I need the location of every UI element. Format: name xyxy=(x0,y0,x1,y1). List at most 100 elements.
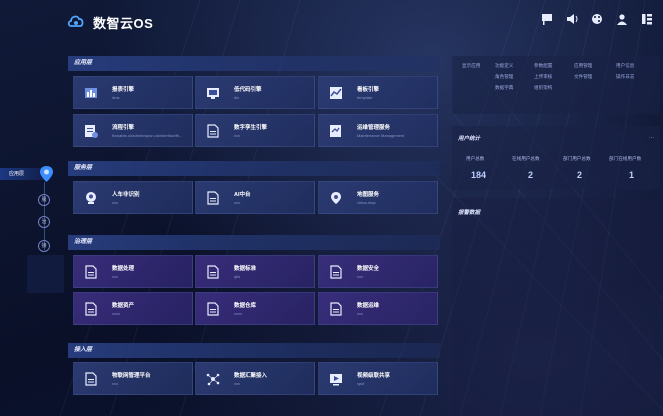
card-iot-platform[interactable]: 物联网管理平台 xxx xyxy=(73,362,193,395)
card-lowcode-engine[interactable]: 低代码引擎 dlx xyxy=(195,76,315,109)
stat-value: 2 xyxy=(577,170,583,180)
card-data-warehouse[interactable]: 数据仓库 xxxx xyxy=(195,292,315,325)
section-service-layer: 服务层 xyxy=(68,161,440,176)
alerts-title: 报警数据 xyxy=(458,210,481,216)
quick-links-title: 显示应用 xyxy=(462,63,481,68)
card-subtitle: dlx xyxy=(234,95,240,100)
more-icon[interactable]: ... xyxy=(649,134,654,140)
card-data-assets[interactable]: 数据资产 xxxx xyxy=(73,292,193,325)
stat-label: 部门用户总数 xyxy=(563,156,591,161)
card-subtitle: xxxx xyxy=(234,311,242,316)
stat-value: 184 xyxy=(471,170,487,180)
card-subtitle: xxx xyxy=(112,200,118,205)
rail-panel xyxy=(27,255,64,293)
quick-link[interactable]: 功能定义 xyxy=(495,63,513,69)
document-icon xyxy=(207,265,219,279)
quick-link[interactable]: 上传审核 xyxy=(534,74,552,80)
card-data-ops[interactable]: 数据运维 xxx xyxy=(318,292,438,325)
document-icon xyxy=(330,302,342,316)
card-title: 数据资产 xyxy=(112,303,135,309)
rail-item-service[interactable]: 服 xyxy=(38,194,50,206)
card-ops-service[interactable]: 运维管理服务 Maintenance Management xyxy=(318,114,438,147)
card-subtitle: template xyxy=(357,95,373,100)
document-icon xyxy=(85,265,97,279)
card-map-service[interactable]: 地图服务 china-map xyxy=(318,181,438,214)
card-title: 数据汇聚接入 xyxy=(234,373,268,379)
user-stats-panel: 用户统计 ... 用户总数 在线用户总数 部门用户总数 部门在线用户数 184 … xyxy=(452,126,660,190)
card-title: 数据仓库 xyxy=(234,303,257,309)
top-bar: 数智云OS xyxy=(0,0,663,42)
card-title: 报表引擎 xyxy=(112,87,135,93)
card-recognition[interactable]: 人车非识别 xxx xyxy=(73,181,193,214)
lowcode-icon xyxy=(207,88,219,99)
quick-link[interactable]: 组织架构 xyxy=(534,85,552,91)
document-icon xyxy=(85,372,97,386)
quick-link[interactable]: 数据字典 xyxy=(495,85,513,91)
card-dashboard-engine[interactable]: 看板引擎 template xyxy=(318,76,438,109)
document-icon xyxy=(330,265,342,279)
quick-link[interactable]: 参数配置 xyxy=(534,63,552,69)
card-data-processing[interactable]: 数据处理 xxx xyxy=(73,255,193,288)
stat-label: 部门在线用户数 xyxy=(609,156,642,161)
alerts-panel: 报警数据 xyxy=(452,198,660,416)
card-digital-twin-engine[interactable]: 数字孪生引擎 xxx xyxy=(195,114,315,147)
section-app-layer: 应用层 xyxy=(68,56,440,71)
card-subtitle: xxx xyxy=(234,381,240,386)
video-icon xyxy=(330,374,342,386)
card-data-security[interactable]: 数据安全 xxx xyxy=(318,255,438,288)
stat-label: 在线用户总数 xyxy=(512,156,540,161)
document-icon xyxy=(207,124,219,138)
network-icon xyxy=(206,373,220,386)
card-subtitle: xxx xyxy=(112,381,118,386)
card-workflow-engine[interactable]: 流程引擎 flowable-ui/admin/wpsn-xd/wireflow/… xyxy=(73,114,193,147)
card-title: 运维管理服务 xyxy=(357,125,391,131)
card-ai-platform[interactable]: AI中台 xxx xyxy=(195,181,315,214)
map-pin-icon xyxy=(331,192,341,204)
card-video-share[interactable]: 视频级联共享 vpsf xyxy=(318,362,438,395)
card-title: 视频级联共享 xyxy=(357,373,391,379)
report-icon xyxy=(85,88,97,98)
workflow-icon xyxy=(85,125,98,138)
grid-menu-icon[interactable] xyxy=(641,13,653,25)
quick-link[interactable]: 角色管理 xyxy=(495,74,513,80)
card-data-ingest[interactable]: 数据汇聚接入 xxx xyxy=(195,362,315,395)
card-subtitle: xxx xyxy=(112,274,118,279)
quick-link[interactable]: 操作日志 xyxy=(616,74,634,80)
quick-link[interactable]: 用户信息 xyxy=(616,63,634,69)
card-title: 人车非识别 xyxy=(112,192,140,198)
quick-links-panel: 显示应用 功能定义 参数配置 应用管理 用户信息 角色管理 上传审核 文件管理 … xyxy=(452,56,660,114)
card-subtitle: flowable-ui/admin/wpsn-xd/wireflow/fb... xyxy=(112,133,183,138)
stat-value: 2 xyxy=(528,170,534,180)
stat-label: 用户总数 xyxy=(466,156,485,161)
app-title: 数智云OS xyxy=(93,16,154,31)
quick-link[interactable]: 文件管理 xyxy=(574,74,592,80)
palette-icon[interactable] xyxy=(591,13,603,25)
cloud-logo-icon xyxy=(67,15,84,27)
volume-icon[interactable] xyxy=(566,13,578,25)
card-title: 数据安全 xyxy=(357,266,380,272)
card-title: 看板引擎 xyxy=(357,87,380,93)
card-title: 低代码引擎 xyxy=(234,87,262,93)
stat-value: 1 xyxy=(629,170,635,180)
flag-icon[interactable] xyxy=(541,13,553,25)
card-data-standard[interactable]: 数据标准 qlts xyxy=(195,255,315,288)
card-subtitle: xxx xyxy=(234,133,240,138)
card-subtitle: dms xyxy=(112,95,120,100)
card-subtitle: xxx xyxy=(234,200,240,205)
ops-icon xyxy=(330,125,341,137)
document-icon xyxy=(207,302,219,316)
card-subtitle: qlts xyxy=(234,274,241,279)
card-report-engine[interactable]: 报表引擎 dms xyxy=(73,76,193,109)
card-subtitle: xxxx xyxy=(112,311,120,316)
card-title: 数据运维 xyxy=(357,303,380,309)
card-subtitle: xxx xyxy=(357,274,363,279)
quick-link[interactable]: 应用管理 xyxy=(574,63,592,69)
document-icon xyxy=(207,191,219,205)
user-stats-title: 用户统计 xyxy=(458,136,481,142)
rail-item-governance[interactable]: 治 xyxy=(38,216,50,228)
card-title: 数字孪生引擎 xyxy=(234,125,268,131)
card-title: 数据标准 xyxy=(234,266,257,272)
section-governance-layer: 治理层 xyxy=(68,235,440,250)
user-icon[interactable] xyxy=(616,13,628,25)
rail-item-access[interactable]: 接 xyxy=(38,240,50,252)
